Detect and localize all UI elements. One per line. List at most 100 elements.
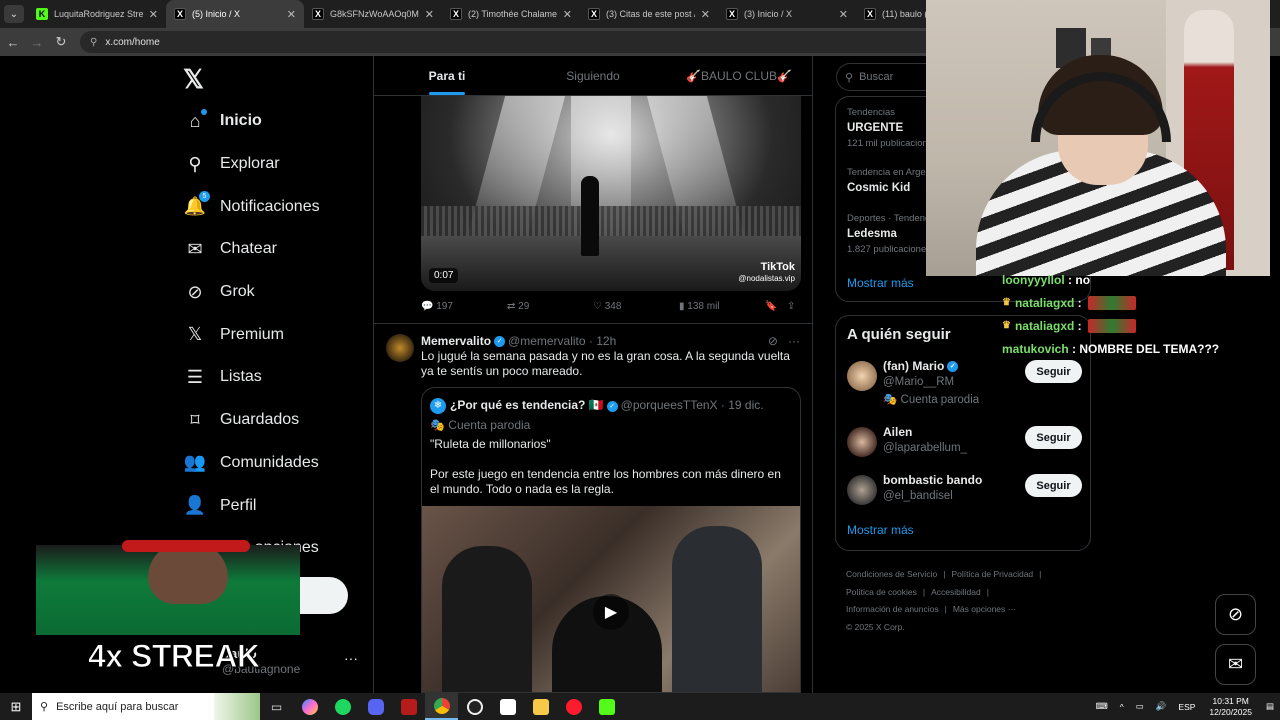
avatar[interactable] [386,334,414,362]
task-view-icon[interactable]: ▭ [260,693,293,720]
app-thumbnail-icon[interactable] [392,693,425,720]
chevron-up-icon[interactable]: ^ [1120,702,1124,712]
sidebar-item-list[interactable]: ☰ Listas [183,356,320,399]
browser-tab[interactable]: X (3) Inicio / X ✕ [718,0,856,28]
sidebar-item-x-premium[interactable]: 𝕏 Premium [183,313,320,356]
chat-username[interactable]: matukovich [1002,342,1069,356]
file-explorer-icon[interactable] [524,693,557,720]
browser-tab[interactable]: X G8kSFNzWoAAOq0M (11 ✕ [304,0,442,28]
chrome-icon[interactable] [425,693,458,720]
messages-fab[interactable]: ✉ [1215,644,1256,685]
address-bar[interactable]: ⚲ x.com/home [80,31,960,53]
footer-link-more[interactable]: Más opciones ··· [953,604,1016,614]
follow-show-more[interactable]: Mostrar más [847,523,914,537]
kick-icon[interactable] [590,693,623,720]
follow-button[interactable]: Seguir [1025,426,1082,449]
footer-link-terms[interactable]: Condiciones de Servicio [846,569,937,579]
sidebar-item-search[interactable]: ⚲ Explorar [183,143,320,186]
windows-start-icon[interactable]: ⊞ [0,699,32,715]
chat-username[interactable]: nataliagxd [1015,296,1074,310]
chat-username[interactable]: loonyyyllol [1002,273,1065,287]
close-icon[interactable]: ✕ [149,8,158,21]
repost-button[interactable]: ⇄ 29 [507,301,529,312]
footer-link-privacy[interactable]: Política de Privacidad [951,569,1033,579]
bookmark-icon[interactable]: 🔖 [765,301,777,312]
timeline-tab[interactable]: 🎸BAULO CLUB🎸 [666,56,812,95]
footer-link-cookies[interactable]: Política de cookies [846,587,917,597]
x-logo[interactable]: 𝕏 [183,64,204,95]
quote-video[interactable]: ▶ [422,506,800,692]
more-dots-icon[interactable]: ··· [344,650,358,666]
discord-icon[interactable] [359,693,392,720]
close-icon[interactable]: ✕ [287,8,296,21]
sidebar-item-mail[interactable]: ✉ Chatear [183,228,320,271]
close-icon[interactable]: ✕ [425,8,434,21]
follow-button[interactable]: Seguir [1025,474,1082,497]
browser-tab[interactable]: K LuquitaRodriguez Stre ✕ [28,0,166,28]
clock[interactable]: 10:31 PM 12/20/2025 [1209,696,1252,718]
opera-icon[interactable] [557,693,590,720]
grok-icon: ⊘ [1227,604,1244,624]
keyboard-icon[interactable]: ⌨ [1096,701,1108,712]
tab-search-button[interactable]: ⌄ [4,5,24,23]
sidebar-item-label: Listas [220,368,262,386]
snowflake-avatar-icon: ❄ [430,398,446,414]
avatar[interactable] [847,427,877,457]
footer-link-ads-info[interactable]: Información de anuncios [846,604,939,614]
share-icon[interactable]: ⇪ [787,301,795,312]
video-player[interactable]: 0:07 TikTok @nodalistas.vip [421,96,801,291]
browser-tab[interactable]: X (3) Citas de este post / X ✕ [580,0,718,28]
browser-tab[interactable]: X (2) Timothée Chalamet en ✕ [442,0,580,28]
author-handle[interactable]: @memervalito [508,334,586,348]
grok-icon[interactable]: ⊘ [768,334,778,348]
timeline-tab[interactable]: Siguiendo [520,56,666,95]
author-name[interactable]: Memervalito [421,334,491,348]
follow-suggestion[interactable]: Ailen @laparabellum_ Seguir [847,425,1082,465]
copilot-icon[interactable] [293,693,326,720]
follow-button[interactable]: Seguir [1025,360,1082,383]
follow-suggestion[interactable]: (fan) Mario ✓ @Mario__RM 🎭 Cuenta parodia… [847,359,1082,406]
footer-link-accessibility[interactable]: Accesibilidad [931,587,981,597]
grok-fab[interactable]: ⊘ [1215,594,1256,635]
clock-time: 10:31 PM [1212,695,1249,706]
like-button[interactable]: ♡ 348 [593,301,621,312]
trend-item[interactable]: Deportes · Tendencia Ledesma 1.827 publi… [847,213,937,255]
network-icon[interactable]: ▭ [1136,701,1144,712]
obs-icon[interactable] [458,693,491,720]
trends-show-more[interactable]: Mostrar más [847,276,914,290]
views-button[interactable]: ▮ 138 mil [679,301,720,312]
avatar[interactable] [847,475,877,505]
spotify-icon[interactable] [326,693,359,720]
chat-username[interactable]: nataliagxd [1015,319,1074,333]
avatar[interactable] [847,361,877,391]
browser-tab[interactable]: X (5) Inicio / X ✕ [166,0,304,28]
sidebar-item-home[interactable]: ⌂ Inicio [183,100,320,143]
close-icon[interactable]: ✕ [563,8,572,21]
sidebar-item-grok[interactable]: ⊘ Grok [183,271,320,314]
post-button[interactable] [300,577,348,614]
timeline-tab[interactable]: Para ti [374,56,520,95]
reload-icon[interactable]: ↻ [50,34,72,50]
language-indicator[interactable]: ESP [1178,702,1195,712]
close-icon[interactable]: ✕ [839,8,848,21]
reply-button[interactable]: 💬 197 [421,301,453,312]
capcut-icon[interactable] [491,693,524,720]
search-input[interactable]: ⚲ Buscar [836,63,926,91]
quoted-post[interactable]: ❄ ¿Por qué es tendencia? 🇲🇽 ✓ @porqueesTTen… [421,387,801,693]
taskbar-search-input[interactable]: ⚲ Escribe aquí para buscar [32,693,260,720]
site-info-icon[interactable]: ⚲ [90,37,97,48]
volume-icon[interactable]: 🔊 [1156,701,1167,712]
sidebar-item-bookmark[interactable]: ⌑ Guardados [183,399,320,442]
sidebar-item-people[interactable]: 👥 Comunidades [183,442,320,485]
back-icon[interactable]: ← [2,35,24,50]
trend-item[interactable]: Tendencias URGENTE 121 mil publicaciones [847,107,938,149]
more-dots-icon[interactable]: ··· [788,334,800,348]
post-time[interactable]: · 12h [589,334,616,348]
notification-icon[interactable]: ▤ [1266,701,1274,712]
sidebar-item-bell[interactable]: 🔔 5 Notificaciones [183,185,320,228]
play-icon[interactable]: ▶ [593,594,629,630]
sidebar-item-person[interactable]: 👤 Perfil [183,484,320,527]
follow-suggestion[interactable]: bombastic bando @el_bandisel Seguir [847,473,1082,513]
forward-icon[interactable]: → [26,35,48,50]
close-icon[interactable]: ✕ [701,8,710,21]
